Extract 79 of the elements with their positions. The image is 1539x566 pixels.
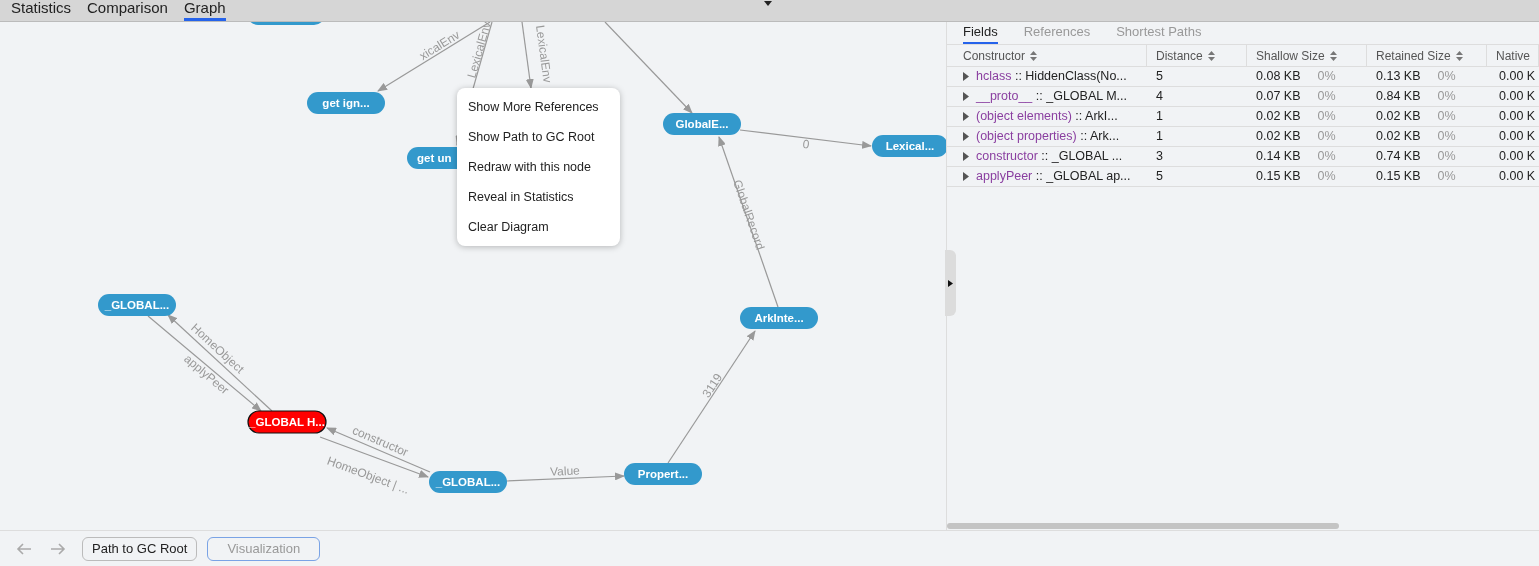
expand-icon[interactable] xyxy=(963,132,969,141)
table-cell-text: 0.74 KB xyxy=(1376,148,1421,166)
table-cell-text: 0.08 KB xyxy=(1256,68,1301,86)
table-cell-text: 0% xyxy=(1317,148,1336,166)
table-cell-text: 0% xyxy=(1317,108,1336,126)
sort-icon xyxy=(1207,50,1215,61)
table-cell-text: 1 xyxy=(1156,108,1163,126)
table-cell-text: 0.02 KB xyxy=(1376,108,1421,126)
table-cell-text: 0.00 K xyxy=(1499,88,1536,106)
table-cell-text: 0% xyxy=(1437,68,1456,86)
table-cell-text: 0.15 KB xyxy=(1256,168,1301,186)
edge-label: 0 xyxy=(801,136,811,152)
column-header[interactable]: Native xyxy=(1487,45,1539,66)
caret-icon[interactable] xyxy=(764,1,772,6)
edge-label: LexicalEnv xyxy=(532,24,555,84)
table-cell-text: 0.02 KB xyxy=(1376,128,1421,146)
table-cell-text: 4 xyxy=(1156,88,1163,106)
menu-item[interactable]: Clear Diagram xyxy=(457,212,620,242)
table-row[interactable]: (object properties) :: Ark... 1 0.02 KB 0% 0.02 KB 0% 0.00 K xyxy=(947,127,1539,147)
column-header[interactable]: Retained Size xyxy=(1367,45,1487,66)
table-row[interactable]: applyPeer :: _GLOBAL ap... 5 0.15 KB 0% 0.15 KB 0% 0.00 K xyxy=(947,167,1539,187)
table-cell-text: (object elements) :: ArkI... xyxy=(976,108,1118,126)
column-header[interactable]: Distance xyxy=(1147,45,1247,66)
expand-icon[interactable] xyxy=(963,152,969,161)
scrollbar[interactable] xyxy=(947,523,1339,529)
sort-icon xyxy=(1455,50,1463,61)
triangle-right-icon xyxy=(948,279,953,287)
table-cell-text: 0.15 KB xyxy=(1376,168,1421,186)
table-cell-text: 0.02 KB xyxy=(1256,108,1301,126)
table-cell-text: 0.00 K xyxy=(1499,168,1536,186)
edge-label: Value xyxy=(549,463,581,479)
table-cell-text: 0% xyxy=(1317,68,1336,86)
menu-item[interactable]: Show More References xyxy=(457,92,620,122)
table-cell-text: 0.00 K xyxy=(1499,68,1536,86)
table-row[interactable]: hclass :: HiddenClass(No... 5 0.08 KB 0% 0.13 KB 0% 0.00 K xyxy=(947,67,1539,87)
table-cell-text: __proto__ :: _GLOBAL M... xyxy=(976,88,1128,106)
column-header[interactable]: Shallow Size xyxy=(1247,45,1367,66)
table-cell-text: 0% xyxy=(1437,168,1456,186)
table-row[interactable]: __proto__ :: _GLOBAL M... 4 0.07 KB 0% 0.84 KB 0% 0.00 K xyxy=(947,87,1539,107)
table-cell-text: 0% xyxy=(1317,88,1336,106)
edge-arrow xyxy=(521,22,534,89)
table-cell-text: 5 xyxy=(1156,168,1163,186)
table-cell-text: 5 xyxy=(1156,68,1163,86)
table-cell-text: 1 xyxy=(1156,128,1163,146)
table-cell-text: (object properties) :: Ark... xyxy=(976,128,1120,146)
table-cell-text: 0.14 KB xyxy=(1256,148,1301,166)
table-cell-text: 0.00 K xyxy=(1499,128,1536,146)
table-cell-text: 0% xyxy=(1317,128,1336,146)
tab[interactable]: Comparison xyxy=(87,0,168,21)
table-cell-text: 0.07 KB xyxy=(1256,88,1301,106)
table-cell-text: 0.13 KB xyxy=(1376,68,1421,86)
table-cell-text: 0.84 KB xyxy=(1376,88,1421,106)
sort-icon xyxy=(1329,50,1337,61)
column-header[interactable]: Constructor xyxy=(947,45,1147,66)
tab[interactable]: Statistics xyxy=(11,0,71,21)
table-cell-text: 0% xyxy=(1437,128,1456,146)
tab[interactable]: Fields xyxy=(963,21,998,44)
table-cell-text: 0% xyxy=(1317,168,1336,186)
table-cell-text: 0% xyxy=(1437,88,1456,106)
table-cell-text: 3 xyxy=(1156,148,1163,166)
table-cell-text: constructor :: _GLOBAL ... xyxy=(976,148,1123,166)
menu-item[interactable]: Reveal in Statistics xyxy=(457,182,620,212)
expand-icon[interactable] xyxy=(963,172,969,181)
table-row[interactable]: constructor :: _GLOBAL ... 3 0.14 KB 0% 0.74 KB 0% 0.00 K xyxy=(947,147,1539,167)
expand-icon[interactable] xyxy=(963,72,969,81)
table-cell-text: 0% xyxy=(1437,108,1456,126)
table-row[interactable]: (object elements) :: ArkI... 1 0.02 KB 0% 0.02 KB 0% 0.00 K xyxy=(947,107,1539,127)
table-cell-text: 0.02 KB xyxy=(1256,128,1301,146)
collapse-handle[interactable] xyxy=(945,250,956,316)
graph-node[interactable]: _GLOBAL H... xyxy=(247,410,327,434)
table-cell-text: applyPeer :: _GLOBAL ap... xyxy=(976,168,1131,186)
table-cell-text: 0% xyxy=(1437,148,1456,166)
table-cell-text: 0.00 K xyxy=(1499,148,1536,166)
toolbar-button[interactable]: Path to GC Root xyxy=(82,536,198,561)
expand-icon[interactable] xyxy=(963,112,969,121)
table-cell-text: 0.00 K xyxy=(1499,108,1536,126)
expand-icon[interactable] xyxy=(963,92,969,101)
sort-icon xyxy=(1030,50,1038,61)
table-cell-text: hclass :: HiddenClass(No... xyxy=(976,68,1127,86)
